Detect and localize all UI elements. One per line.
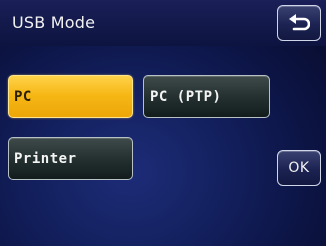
back-button[interactable]	[277, 5, 321, 41]
title-bar: USB Mode	[0, 0, 326, 46]
ok-button-label: OK	[288, 160, 310, 176]
usb-mode-screen: USB Mode PC PC (PTP) Printer OK	[0, 0, 326, 246]
mode-button-label: Printer	[14, 150, 77, 167]
ok-button[interactable]: OK	[277, 150, 321, 186]
mode-button-pc[interactable]: PC	[8, 75, 133, 118]
mode-button-printer[interactable]: Printer	[8, 137, 133, 180]
mode-button-label: PC (PTP)	[150, 88, 222, 105]
mode-button-pc-ptp[interactable]: PC (PTP)	[143, 75, 270, 118]
page-title: USB Mode	[12, 13, 96, 32]
mode-button-label: PC	[14, 88, 32, 105]
return-arrow-icon	[289, 14, 310, 31]
